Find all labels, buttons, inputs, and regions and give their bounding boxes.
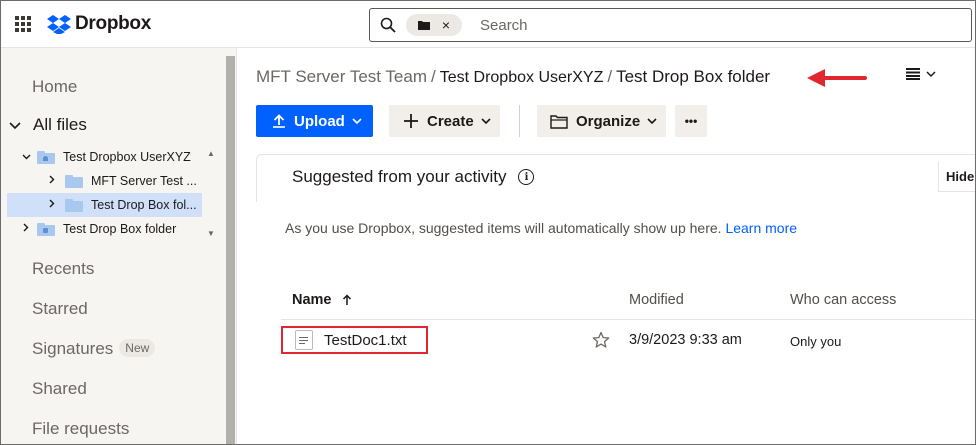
create-label: Create	[427, 112, 474, 130]
toolbar-divider	[519, 105, 520, 137]
chevron-down-icon	[352, 117, 362, 125]
organize-button[interactable]: Organize	[537, 105, 666, 137]
tree-item-label: Test Drop Box fol...	[91, 198, 197, 212]
breadcrumb-team[interactable]: MFT Server Test Team	[256, 67, 427, 87]
sort-ascending-icon	[342, 294, 351, 305]
column-header-name[interactable]: Name	[292, 292, 352, 308]
upload-icon	[272, 114, 286, 128]
star-icon[interactable]	[592, 331, 610, 349]
tree-item-label: Test Dropbox UserXYZ	[63, 150, 191, 164]
shared-folder-icon	[37, 222, 55, 236]
sidebar: Home All files Test Dropbox UserXYZ MFT …	[1, 48, 237, 444]
chevron-down-icon[interactable]	[19, 152, 33, 163]
chevron-down-icon[interactable]	[9, 118, 33, 133]
logo-text: Dropbox	[75, 13, 152, 34]
column-name-label: Name	[292, 292, 332, 308]
sidebar-item-label: All files	[33, 115, 87, 134]
sidebar-item-label: Signatures	[32, 339, 114, 358]
search-placeholder: Search	[480, 16, 528, 34]
app-grid-icon[interactable]	[15, 16, 31, 32]
tree-item-label: Test Drop Box folder	[63, 222, 177, 236]
more-actions-button[interactable]: •••	[675, 105, 707, 137]
file-modified: 3/9/2023 9:33 am	[629, 332, 742, 348]
folder-scope-chip[interactable]: ×	[406, 14, 462, 36]
column-header-modified[interactable]: Modified	[629, 292, 684, 308]
upload-button[interactable]: Upload	[256, 105, 373, 137]
breadcrumb-separator: /	[607, 67, 613, 86]
file-who-can-access: Only you	[790, 334, 842, 349]
top-bar: Dropbox × Search	[1, 1, 975, 48]
chevron-down-icon	[647, 117, 657, 125]
tree-scroll-up-icon[interactable]: ▲	[207, 149, 215, 158]
create-button[interactable]: Create	[389, 105, 500, 137]
info-icon[interactable]: i	[518, 169, 535, 185]
text-file-icon	[295, 330, 313, 350]
team-member-folder-icon	[37, 150, 55, 164]
folder-icon	[65, 198, 83, 212]
sidebar-item-signatures[interactable]: Signatures New	[32, 339, 156, 359]
sidebar-item-starred[interactable]: Starred	[32, 299, 88, 319]
breadcrumb: MFT Server Test Team / Test Dropbox User…	[256, 67, 770, 87]
app-window: Dropbox × Search Home All files Test Dro…	[0, 0, 976, 445]
plus-icon	[403, 113, 419, 129]
upload-label: Upload	[294, 112, 345, 130]
chevron-right-icon[interactable]	[45, 199, 59, 211]
more-icon: •••	[684, 114, 698, 128]
sidebar-item-recents[interactable]: Recents	[32, 259, 94, 279]
sidebar-item-file-requests[interactable]: File requests	[32, 419, 129, 439]
file-name-cell[interactable]: TestDoc1.txt	[281, 326, 428, 354]
view-options-button[interactable]	[906, 68, 936, 80]
dropbox-logo-icon	[47, 15, 71, 34]
tree-item-label: MFT Server Test ...	[91, 174, 197, 188]
breadcrumb-user-folder[interactable]: Test Dropbox UserXYZ	[440, 69, 604, 87]
chevron-down-icon	[926, 70, 936, 77]
tree-item-test-dropbox-userxyz[interactable]: Test Dropbox UserXYZ	[19, 145, 191, 169]
sidebar-item-home[interactable]: Home	[32, 77, 77, 97]
column-header-who-can-access[interactable]: Who can access	[790, 292, 896, 308]
chevron-right-icon[interactable]	[45, 175, 59, 187]
page-title: Test Drop Box folder	[616, 67, 771, 86]
tree-item-test-drop-box-folder-selected[interactable]: Test Drop Box fol...	[7, 193, 202, 217]
sidebar-item-all-files[interactable]: All files	[9, 115, 87, 135]
sidebar-item-shared[interactable]: Shared	[32, 379, 87, 399]
list-view-icon	[906, 68, 920, 80]
search-input[interactable]: × Search	[369, 8, 972, 42]
hide-button[interactable]: Hide	[938, 162, 975, 192]
annotation-arrow-icon	[807, 69, 867, 87]
suggested-description: As you use Dropbox, suggested items will…	[285, 220, 797, 236]
suggested-title-text: Suggested from your activity	[292, 167, 507, 186]
folder-icon	[417, 21, 430, 30]
folder-icon	[65, 174, 83, 188]
learn-more-link[interactable]: Learn more	[725, 220, 797, 236]
suggested-text: As you use Dropbox, suggested items will…	[285, 220, 722, 236]
search-icon	[380, 17, 396, 33]
tree-scroll-down-icon[interactable]: ▼	[207, 229, 215, 238]
dropbox-logo[interactable]: Dropbox	[47, 13, 151, 35]
sidebar-scrollbar-thumb[interactable]	[226, 56, 235, 444]
tree-item-mft-server-test[interactable]: MFT Server Test ...	[45, 169, 197, 193]
tree-item-test-drop-box-folder[interactable]: Test Drop Box folder	[19, 217, 176, 241]
chevron-down-icon	[481, 117, 491, 125]
suggested-title: Suggested from your activity i	[292, 167, 535, 187]
chevron-right-icon[interactable]	[19, 223, 33, 235]
breadcrumb-separator: /	[431, 67, 436, 86]
chip-close-icon[interactable]: ×	[442, 17, 450, 33]
organize-label: Organize	[576, 112, 641, 130]
new-badge: New	[119, 339, 156, 357]
folder-outline-icon	[550, 114, 568, 129]
file-name[interactable]: TestDoc1.txt	[324, 332, 407, 349]
